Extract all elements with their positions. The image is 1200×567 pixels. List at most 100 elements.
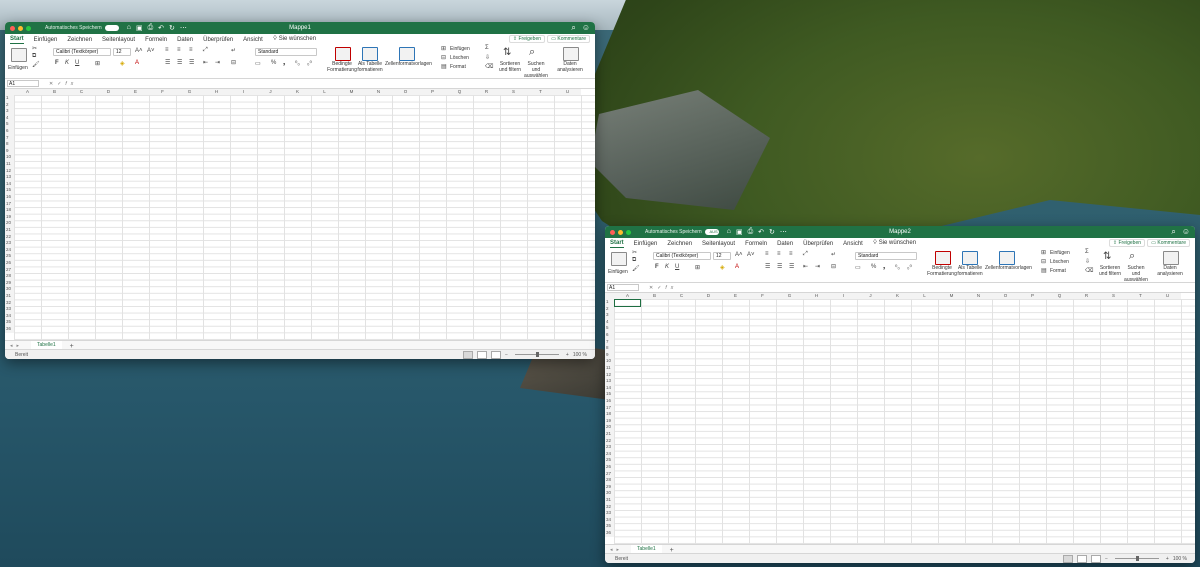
analyze-data-icon[interactable]	[1163, 251, 1179, 265]
search-icon[interactable]: ⌕	[571, 23, 575, 33]
cancel-icon[interactable]: ✕	[49, 81, 57, 87]
row-header-12[interactable]: 12	[605, 371, 614, 379]
print-icon[interactable]: ⎙	[748, 228, 754, 236]
row-header-24[interactable]: 24	[5, 246, 14, 254]
find-select-label[interactable]: Suchen und auswählen	[1123, 265, 1149, 283]
row-header-26[interactable]: 26	[605, 464, 614, 471]
row-header-6[interactable]: 6	[5, 128, 14, 135]
font-name-select[interactable]: Calibri (Textkörper)	[653, 252, 711, 260]
row-header-3[interactable]: 3	[5, 108, 14, 115]
page-break-view-button[interactable]	[1090, 554, 1101, 563]
tab-review[interactable]: Überprüfen	[203, 37, 233, 44]
row-header-4[interactable]: 4	[605, 318, 614, 326]
row-header-27[interactable]: 27	[5, 266, 14, 274]
cut-icon[interactable]: ✂	[32, 45, 37, 52]
minimize-window-button[interactable]	[618, 229, 623, 235]
tab-draw[interactable]: Zeichnen	[67, 37, 92, 44]
row-header-16[interactable]: 16	[605, 398, 614, 405]
wrap-text-icon[interactable]: ↵	[831, 251, 836, 258]
row-header-14[interactable]: 14	[605, 384, 614, 392]
sort-filter-icon[interactable]: ⇅	[1103, 251, 1111, 262]
tab-insert[interactable]: Einfügen	[634, 241, 658, 248]
clear-icon[interactable]: ⌫	[485, 63, 493, 70]
paste-icon[interactable]	[11, 48, 27, 62]
fill-icon[interactable]: ⇩	[485, 54, 490, 61]
search-icon[interactable]: ⌕	[1171, 227, 1175, 237]
insert-cells-label[interactable]: Einfügen	[450, 46, 470, 52]
row-header-28[interactable]: 28	[605, 477, 614, 484]
tab-data[interactable]: Daten	[777, 241, 793, 248]
row-header-1[interactable]: 1	[5, 95, 14, 102]
align-left-icon[interactable]: ☰	[765, 263, 770, 270]
align-right-icon[interactable]: ☰	[189, 59, 194, 66]
autosave-toggle[interactable]	[104, 25, 119, 31]
row-header-34[interactable]: 34	[605, 516, 614, 524]
comma-icon[interactable]: ❟	[883, 264, 885, 271]
percent-icon[interactable]: %	[271, 60, 276, 66]
tab-start[interactable]: Start	[610, 240, 624, 248]
row-header-5[interactable]: 5	[5, 121, 14, 128]
currency-icon[interactable]: ▭	[855, 264, 861, 271]
save-icon[interactable]: ▣	[736, 228, 743, 236]
row-header-18[interactable]: 18	[5, 207, 14, 214]
orientation-icon[interactable]: ⤢	[803, 251, 808, 258]
row-header-29[interactable]: 29	[5, 279, 14, 287]
row-header-3[interactable]: 3	[605, 312, 614, 319]
cell-area[interactable]	[614, 299, 1195, 544]
format-as-table-icon[interactable]	[962, 251, 978, 265]
comma-icon[interactable]: ❟	[283, 60, 285, 67]
row-header-23[interactable]: 23	[605, 444, 614, 451]
excel-window-mappe2[interactable]: Automatisches Speichern AUS ⌂ ▣ ⎙ ↶ ↻ ⋯ …	[605, 226, 1195, 563]
page-break-view-button[interactable]	[490, 350, 501, 359]
borders-icon[interactable]: ⊞	[95, 60, 100, 67]
row-header-15[interactable]: 15	[605, 391, 614, 398]
cut-icon[interactable]: ✂	[632, 249, 637, 256]
row-header-11[interactable]: 11	[605, 365, 614, 372]
align-center-icon[interactable]: ☰	[777, 263, 782, 270]
redo-icon[interactable]: ↻	[169, 24, 175, 32]
tab-insert[interactable]: Einfügen	[34, 37, 58, 44]
zoom-out-button[interactable]: −	[505, 352, 508, 358]
row-header-33[interactable]: 33	[5, 306, 14, 313]
sort-filter-icon[interactable]: ⇅	[503, 47, 511, 58]
tab-formulas[interactable]: Formeln	[745, 241, 767, 248]
autosave-toggle[interactable]: AUS	[704, 229, 719, 235]
close-window-button[interactable]	[10, 25, 15, 31]
copy-icon[interactable]: ⧉	[632, 257, 636, 264]
format-cells-label[interactable]: Format	[1050, 268, 1066, 274]
row-header-7[interactable]: 7	[605, 338, 614, 346]
number-format-select[interactable]: Standard	[855, 252, 917, 260]
row-header-8[interactable]: 8	[605, 345, 614, 352]
row-header-2[interactable]: 2	[5, 101, 14, 109]
decrease-decimal-icon[interactable]: ₀⁰	[907, 264, 912, 271]
decrease-decimal-icon[interactable]: ₀⁰	[307, 60, 312, 67]
font-color-icon[interactable]: A	[735, 264, 739, 270]
row-header-6[interactable]: 6	[605, 332, 614, 339]
zoom-in-button[interactable]: +	[566, 352, 569, 358]
align-top-icon[interactable]: ≡	[765, 251, 769, 257]
find-select-icon[interactable]: ⌕	[1129, 250, 1135, 263]
selected-cell-a1[interactable]	[614, 299, 641, 307]
row-header-17[interactable]: 17	[5, 200, 14, 208]
clear-icon[interactable]: ⌫	[1085, 267, 1093, 274]
row-header-36[interactable]: 36	[5, 326, 14, 333]
row-header-8[interactable]: 8	[5, 141, 14, 148]
row-header-35[interactable]: 35	[5, 319, 14, 326]
zoom-slider[interactable]	[514, 352, 559, 357]
row-header-1[interactable]: 1	[605, 299, 614, 306]
row-header-31[interactable]: 31	[605, 497, 614, 504]
tell-me-search[interactable]: 💡︎ Sie wünschen	[873, 240, 916, 248]
tab-view[interactable]: Ansicht	[243, 37, 263, 44]
worksheet-grid[interactable]: A B C D E F G H I J K L M N O P Q R S T U 1 2 3 4 5 6 7 8 9 10 11 12 13 14…	[605, 293, 1195, 544]
zoom-in-button[interactable]: +	[1166, 556, 1169, 562]
insert-cells-icon[interactable]: ⊞	[441, 45, 446, 52]
conditional-format-icon[interactable]	[335, 47, 351, 61]
name-box[interactable]: A1	[7, 80, 39, 87]
decrease-font-icon[interactable]: A˅	[747, 252, 755, 258]
fill-icon[interactable]: ⇩	[1085, 258, 1090, 265]
undo-icon[interactable]: ↶	[758, 228, 764, 236]
normal-view-button[interactable]	[1062, 554, 1073, 563]
find-select-label[interactable]: Suchen und auswählen	[523, 61, 549, 79]
row-header-28[interactable]: 28	[5, 273, 14, 280]
fx-icon[interactable]: fx	[65, 81, 77, 87]
